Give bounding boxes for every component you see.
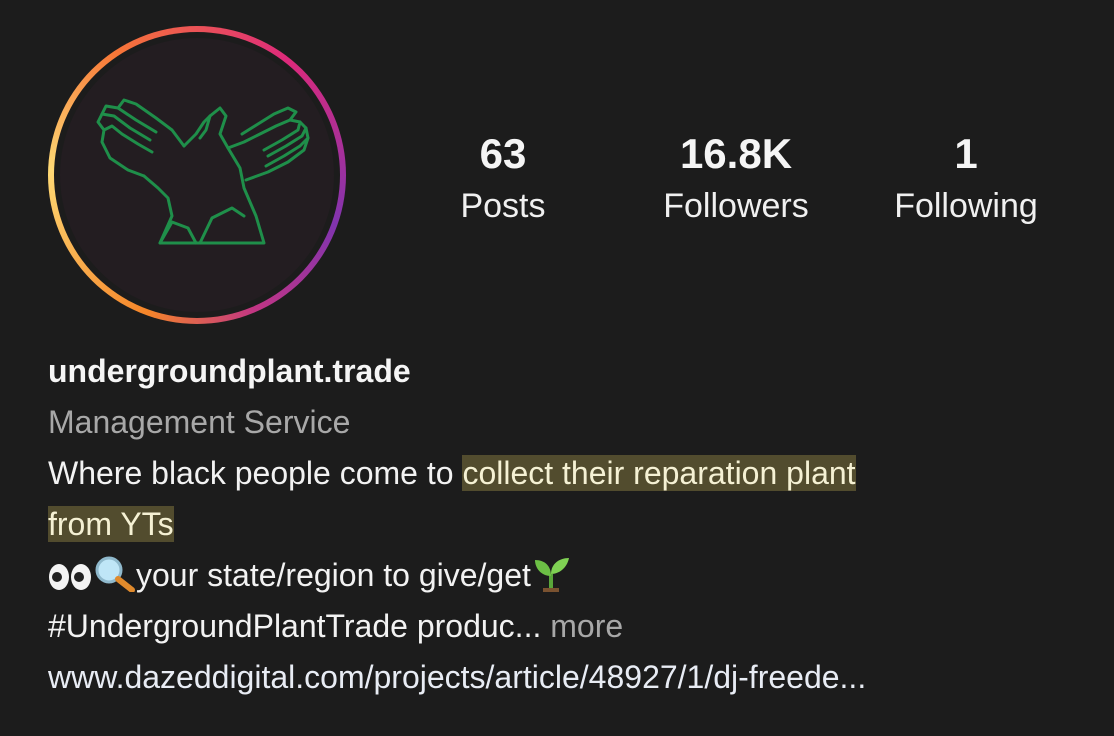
category-label[interactable]: Management Service [48,397,1088,448]
bio-line-1: Where black people come to collect their… [48,448,1088,499]
eyes-icon [49,564,91,590]
avatar-border [54,32,340,318]
website-link[interactable]: www.dazeddigital.com/projects/article/48… [48,652,1088,703]
bio-text: your state/region to give/get [136,557,531,593]
bio-line-2: from YTs [48,499,1088,550]
following-stat[interactable]: 1 Following [866,130,1066,228]
seedling-icon [534,558,569,592]
bio-highlighted-text: from YTs [48,506,174,542]
posts-count: 63 [479,130,527,177]
following-label: Following [894,187,1038,225]
avatar[interactable] [60,38,334,312]
username: undergroundplant.trade [48,353,411,389]
profile-header: 63 Posts 16.8K Followers 1 Following [0,0,1114,340]
followers-label: Followers [663,187,809,225]
more-button[interactable]: more [541,608,623,644]
magnifying-glass-icon [95,556,135,592]
bio-highlighted-text: collect their reparation plant [462,455,856,491]
story-ring[interactable] [48,26,346,324]
profile-bio: undergroundplant.trade Management Servic… [48,346,1088,703]
posts-label: Posts [460,187,546,225]
bio-line-4: #UndergroundPlantTrade produc... more [48,601,1088,652]
bio-line-3: your state/region to give/get [48,550,1088,601]
following-count: 1 [954,130,978,177]
hashtag-link[interactable]: #UndergroundPlantTrade produc... [48,608,541,644]
followers-count: 16.8K [679,130,793,177]
hands-bird-logo-icon [96,98,310,245]
followers-stat[interactable]: 16.8K Followers [636,130,836,228]
posts-stat[interactable]: 63 Posts [438,130,568,228]
bio-text: Where black people come to [48,455,463,491]
